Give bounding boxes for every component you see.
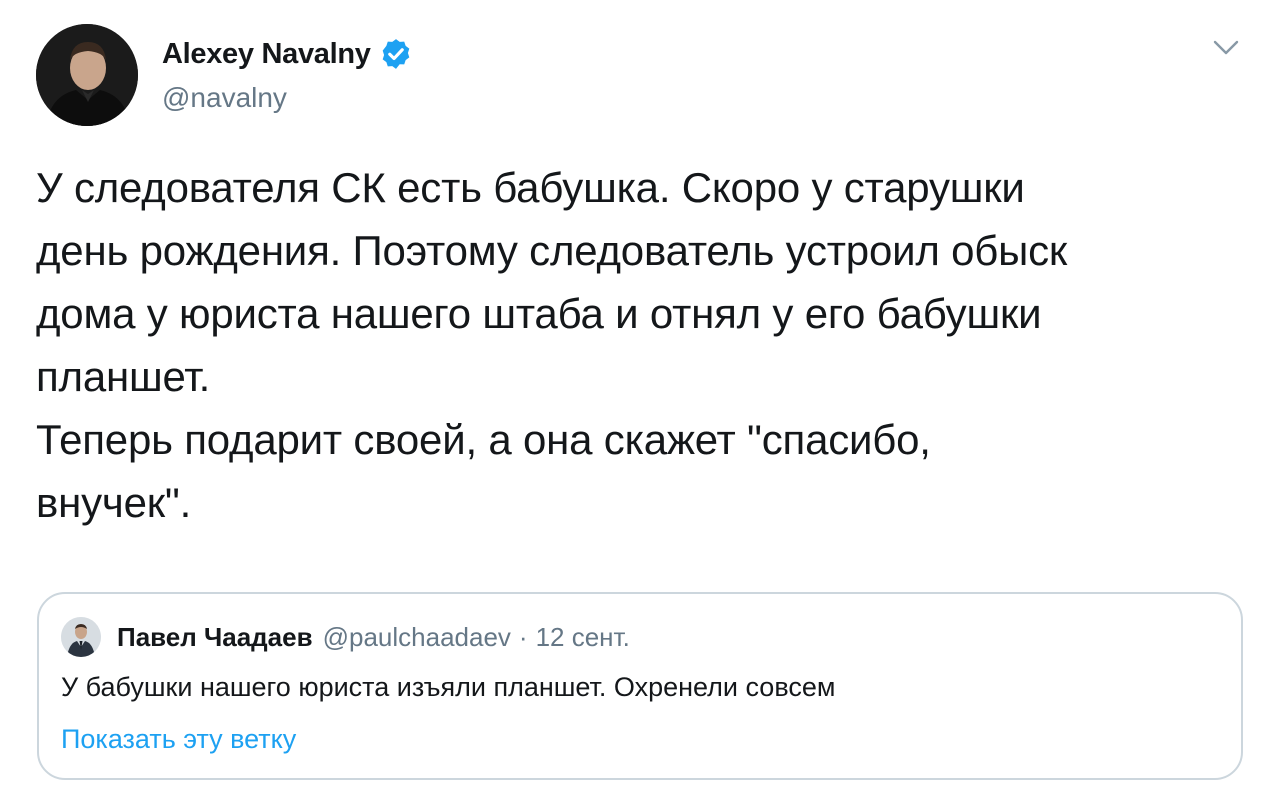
tweet-text-line: У следователя СК есть бабушка. Скоро у с… xyxy=(36,164,1025,211)
tweet-text-line: Теперь подарит своей, а она скажет "спас… xyxy=(36,416,931,463)
author-avatar[interactable] xyxy=(36,24,138,126)
show-thread-link[interactable]: Показать эту ветку xyxy=(61,724,296,755)
tweet-card: Alexey Navalny @navalny У следователя СК… xyxy=(0,0,1280,788)
author-handle[interactable]: @navalny xyxy=(162,82,287,114)
chevron-down-icon[interactable] xyxy=(1212,38,1240,58)
tweet-text-line: внучек". xyxy=(36,479,192,526)
quoted-separator: · xyxy=(518,621,528,652)
verified-badge-icon xyxy=(382,39,409,69)
quoted-tweet-header: Павел Чаадаев @paulchaadaev · 12 сент. xyxy=(61,616,630,658)
quoted-author-handle: @paulchaadaev xyxy=(322,621,511,652)
tweet-text-line: планшет. xyxy=(36,353,211,400)
quoted-tweet-text: У бабушки нашего юриста изъяли планшет. … xyxy=(61,672,836,702)
quoted-author-name: Павел Чаадаев xyxy=(117,621,313,652)
tweet-text: У следователя СК есть бабушка. Скоро у с… xyxy=(36,156,1246,534)
author-name[interactable]: Alexey Navalny xyxy=(162,38,371,71)
quoted-tweet[interactable]: Павел Чаадаев @paulchaadaev · 12 сент. У… xyxy=(37,592,1243,780)
tweet-text-line: день рождения. Поэтому следователь устро… xyxy=(36,227,1068,274)
author-name-row: Alexey Navalny xyxy=(162,36,413,72)
quoted-tweet-date[interactable]: 12 сент. xyxy=(536,622,630,653)
tweet-text-line: дома у юриста нашего штаба и отнял у его… xyxy=(36,290,1042,337)
quoted-author-avatar xyxy=(61,617,101,657)
